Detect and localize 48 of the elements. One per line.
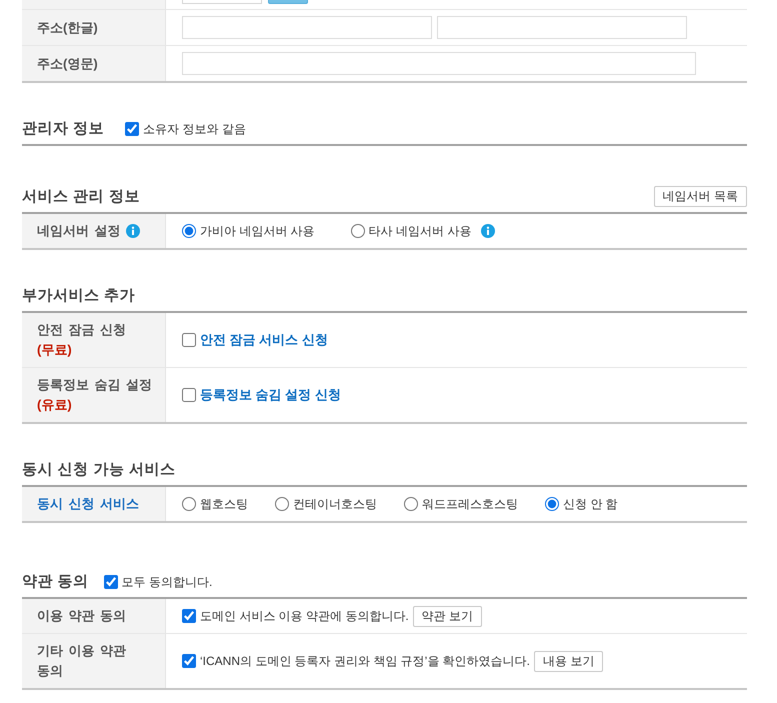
info-icon[interactable] bbox=[126, 224, 140, 238]
radio-button[interactable] bbox=[182, 497, 196, 511]
row-label: 주소(한글) bbox=[37, 18, 98, 37]
option-label[interactable]: 웹호스팅 bbox=[200, 496, 248, 512]
info-icon[interactable] bbox=[481, 224, 496, 238]
checkbox[interactable] bbox=[182, 654, 196, 668]
input-field[interactable] bbox=[182, 52, 696, 75]
option-label[interactable]: 도메인 서비스 이용 약관에 동의합니다. bbox=[200, 608, 409, 624]
input-field[interactable] bbox=[437, 16, 687, 39]
row-label: 등록정보 숨김 설정 bbox=[37, 376, 152, 394]
option-label[interactable]: 가비아 네임서버 사용 bbox=[200, 223, 315, 239]
row-label: 기타 이용 약관 동의 bbox=[37, 642, 128, 680]
section-title: 부가서비스 추가 bbox=[22, 287, 136, 305]
radio-button[interactable] bbox=[182, 224, 196, 238]
view-button[interactable]: 약관 보기 bbox=[412, 606, 482, 626]
option-label[interactable]: 신청 안 함 bbox=[563, 496, 618, 512]
section-title: 관리자 정보 bbox=[22, 120, 104, 138]
section-title: 서비스 관리 정보 bbox=[22, 188, 140, 206]
radio-button[interactable] bbox=[404, 497, 418, 511]
option-label[interactable]: 등록정보 숨김 설정 신청 bbox=[200, 387, 341, 403]
checkbox[interactable] bbox=[182, 609, 196, 623]
option-label[interactable]: 컨테이너호스팅 bbox=[293, 496, 377, 512]
option-label[interactable]: 타사 네임서버 사용 bbox=[368, 223, 472, 239]
checkbox[interactable] bbox=[182, 333, 196, 347]
option-label[interactable]: 워드프레스호스팅 bbox=[422, 496, 518, 512]
section-title: 약관 동의 bbox=[22, 573, 89, 591]
price-note: (무료) bbox=[37, 341, 72, 359]
row-label: 네임서버 설정 bbox=[37, 222, 121, 240]
input-field[interactable] bbox=[182, 0, 262, 4]
option-label[interactable]: 모두 동의합니다. bbox=[122, 574, 212, 590]
input-field[interactable] bbox=[182, 16, 432, 39]
nameserver-list-button[interactable]: 네임서버 목록 bbox=[654, 186, 747, 207]
section-title: 동시 신청 가능 서비스 bbox=[22, 461, 176, 479]
radio-button[interactable] bbox=[545, 497, 559, 511]
option-label[interactable]: ‘ICANN의 도메인 등록자 권리와 책임 규정’을 확인하였습니다. bbox=[200, 653, 530, 669]
view-button[interactable]: 내용 보기 bbox=[534, 650, 604, 672]
row-label: 주소(영문) bbox=[37, 54, 98, 73]
option-label[interactable]: 안전 잠금 서비스 신청 bbox=[200, 332, 328, 348]
checkbox[interactable] bbox=[125, 122, 140, 136]
radio-button[interactable] bbox=[275, 497, 289, 511]
radio-button[interactable] bbox=[350, 224, 365, 238]
price-note: (유료) bbox=[37, 396, 72, 414]
row-label: 동시 신청 서비스 bbox=[37, 495, 140, 513]
row-label: 이용 약관 동의 bbox=[37, 607, 126, 625]
row-label: 안전 잠금 신청 bbox=[37, 321, 126, 339]
checkbox[interactable] bbox=[182, 388, 196, 402]
option-label[interactable]: 소유자 정보와 같음 bbox=[143, 121, 246, 137]
checkbox[interactable] bbox=[104, 575, 118, 589]
